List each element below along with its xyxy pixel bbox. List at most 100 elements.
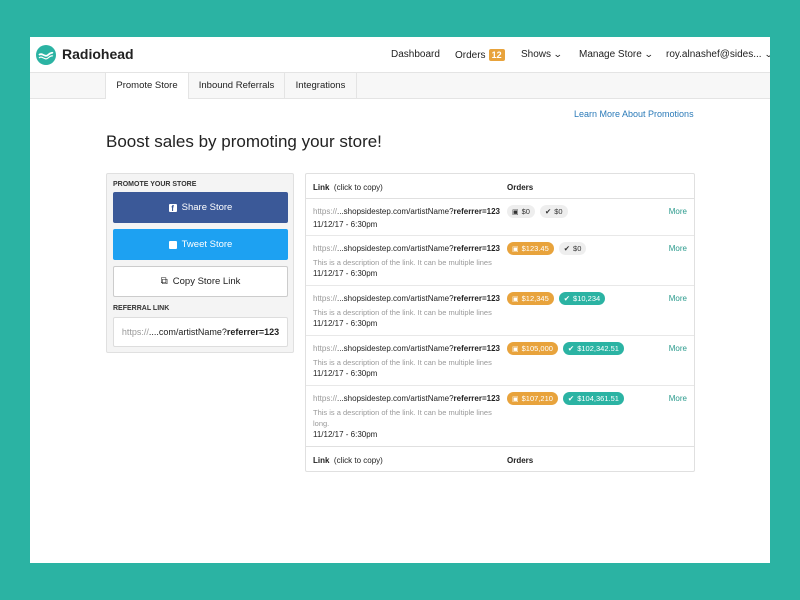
col-link-hint: (click to copy) (333, 456, 383, 465)
tab-label: Promote Store (116, 80, 178, 91)
cart-total-badge: ▣ $12,345 (507, 292, 554, 305)
cart-icon: ▣ (512, 395, 519, 403)
url-bold: referrer=123 (453, 394, 500, 403)
table-row[interactable]: https://...shopsidestep.com/artistName?r… (306, 199, 694, 236)
cart-value: $123.45 (521, 244, 549, 253)
check-circle-icon: ✔ (567, 344, 575, 353)
referral-link-field[interactable]: https://....com/artistName?referrer=123 (113, 317, 288, 347)
referral-url[interactable]: https://...shopsidestep.com/artistName?r… (313, 244, 500, 253)
cart-value: $0 (521, 207, 530, 216)
more-link[interactable]: More (669, 394, 687, 403)
url-bold: referrer=123 (453, 344, 500, 353)
check-circle-icon: ✔ (544, 207, 552, 216)
url-middle: ...shopsidestep.com/artistName? (337, 344, 454, 353)
share-store-button[interactable]: f Share Store (113, 192, 288, 223)
referral-url[interactable]: https://...shopsidestep.com/artistName?r… (313, 394, 500, 403)
tab-inbound-referrals[interactable]: Inbound Referrals (189, 73, 285, 99)
tweet-store-button[interactable]: Tweet Store (113, 229, 288, 260)
chevron-down-icon: ⌄ (643, 49, 654, 59)
radiohead-logo-icon[interactable] (36, 45, 56, 65)
cart-total-badge: ▣ $105,000 (507, 342, 558, 355)
more-link[interactable]: More (669, 207, 687, 216)
cart-icon: ▣ (512, 245, 519, 253)
completed-total-badge: ✔ $0 (558, 242, 587, 255)
table-row[interactable]: https://...shopsidestep.com/artistName?r… (306, 336, 694, 386)
user-email: roy.alnashef@sides... (666, 49, 762, 60)
chevron-down-icon: ⌄ (552, 49, 563, 59)
tab-promote-store[interactable]: Promote Store (105, 73, 189, 99)
twitter-icon (168, 240, 177, 249)
col-link-label: Link (313, 456, 330, 465)
table-row[interactable]: https://...shopsidestep.com/artistName?r… (306, 286, 694, 336)
ref-bold: referrer=123 (226, 327, 280, 337)
nav-user-menu[interactable]: roy.alnashef@sides...⌄ (666, 49, 770, 60)
referral-url[interactable]: https://...shopsidestep.com/artistName?r… (313, 344, 500, 353)
nav-orders-label: Orders (455, 50, 486, 61)
share-store-label: Share Store (181, 202, 233, 213)
col-link-header: Link (click to copy) (313, 183, 383, 192)
tweet-store-label: Tweet Store (181, 239, 233, 250)
table-row[interactable]: https://...shopsidestep.com/artistName?r… (306, 236, 694, 286)
page-title: Boost sales by promoting your store! (106, 132, 382, 151)
order-pills: ▣ $105,000 ✔ $102,342.51 (507, 342, 624, 355)
copy-icon: ⧉ (160, 276, 168, 287)
check-circle-icon: ✔ (567, 394, 575, 403)
cart-icon: ▣ (512, 208, 519, 216)
url-bold: referrer=123 (453, 294, 500, 303)
more-link[interactable]: More (669, 244, 687, 253)
nav-shows[interactable]: Shows ⌄ (521, 49, 563, 60)
completed-value: $104,361.51 (577, 394, 619, 403)
link-date: 11/12/17 - 6:30pm (313, 430, 378, 439)
table-row[interactable]: https://...shopsidestep.com/artistName?r… (306, 386, 694, 447)
more-link[interactable]: More (669, 294, 687, 303)
nav-dashboard[interactable]: Dashboard (391, 49, 440, 60)
ref-prefix: https:// (121, 327, 149, 337)
link-date: 11/12/17 - 6:30pm (313, 369, 378, 378)
referral-url[interactable]: https://...shopsidestep.com/artistName?r… (313, 294, 500, 303)
col-link-hint: (click to copy) (333, 183, 383, 192)
nav-orders[interactable]: Orders 12 (455, 49, 505, 61)
cart-icon: ▣ (512, 295, 519, 303)
completed-total-badge: ✔ $104,361.51 (562, 392, 624, 405)
more-link[interactable]: More (669, 344, 687, 353)
col-orders-footer: Orders (507, 456, 534, 465)
tab-integrations[interactable]: Integrations (285, 73, 357, 99)
cart-value: $12,345 (521, 294, 549, 303)
completed-total-badge: ✔ $10,234 (558, 292, 606, 305)
link-description: This is a description of the link. It ca… (313, 408, 492, 428)
col-link-footer: Link (click to copy) (313, 456, 383, 465)
completed-total-badge: ✔ $102,342.51 (562, 342, 624, 355)
url-bold: referrer=123 (453, 207, 500, 216)
check-circle-icon: ✔ (563, 294, 571, 303)
url-prefix: https:// (313, 207, 338, 216)
copy-store-link-button[interactable]: ⧉ Copy Store Link (113, 266, 288, 297)
cart-value: $107,210 (521, 394, 553, 403)
nav-manage-store-label: Manage Store (579, 49, 642, 60)
learn-more-link[interactable]: Learn More About Promotions (574, 109, 694, 119)
brand-name[interactable]: Radiohead (62, 46, 134, 62)
cart-total-badge: ▣ $107,210 (507, 392, 558, 405)
link-description: This is a description of the link. It ca… (313, 258, 492, 267)
sub-nav: Promote Store Inbound Referrals Integrat… (30, 73, 770, 99)
cart-total-badge: ▣ $0 (507, 205, 535, 218)
top-nav: Radiohead Dashboard Orders 12 Shows ⌄ Mana… (30, 37, 770, 73)
table-header: Link (click to copy) Orders (306, 174, 694, 199)
check-circle-icon: ✔ (563, 244, 571, 253)
promote-label: PROMOTE YOUR STORE (113, 181, 197, 188)
nav-manage-store[interactable]: Manage Store ⌄ (579, 49, 654, 60)
completed-value: $102,342.51 (577, 344, 619, 353)
link-date: 11/12/17 - 6:30pm (313, 269, 378, 278)
url-prefix: https:// (313, 394, 338, 403)
chevron-down-icon: ⌄ (763, 49, 770, 60)
order-pills: ▣ $123.45 ✔ $0 (507, 242, 587, 255)
col-link-label: Link (313, 183, 330, 192)
completed-value: $0 (573, 244, 582, 253)
url-middle: ...shopsidestep.com/artistName? (337, 394, 454, 403)
referral-url[interactable]: https://...shopsidestep.com/artistName?r… (313, 207, 500, 216)
table-footer: Link (click to copy) Orders (306, 446, 694, 471)
cart-value: $105,000 (521, 344, 553, 353)
url-bold: referrer=123 (453, 244, 500, 253)
url-prefix: https:// (313, 344, 338, 353)
completed-total-badge: ✔ $0 (539, 205, 568, 218)
tab-label: Integrations (295, 80, 346, 91)
